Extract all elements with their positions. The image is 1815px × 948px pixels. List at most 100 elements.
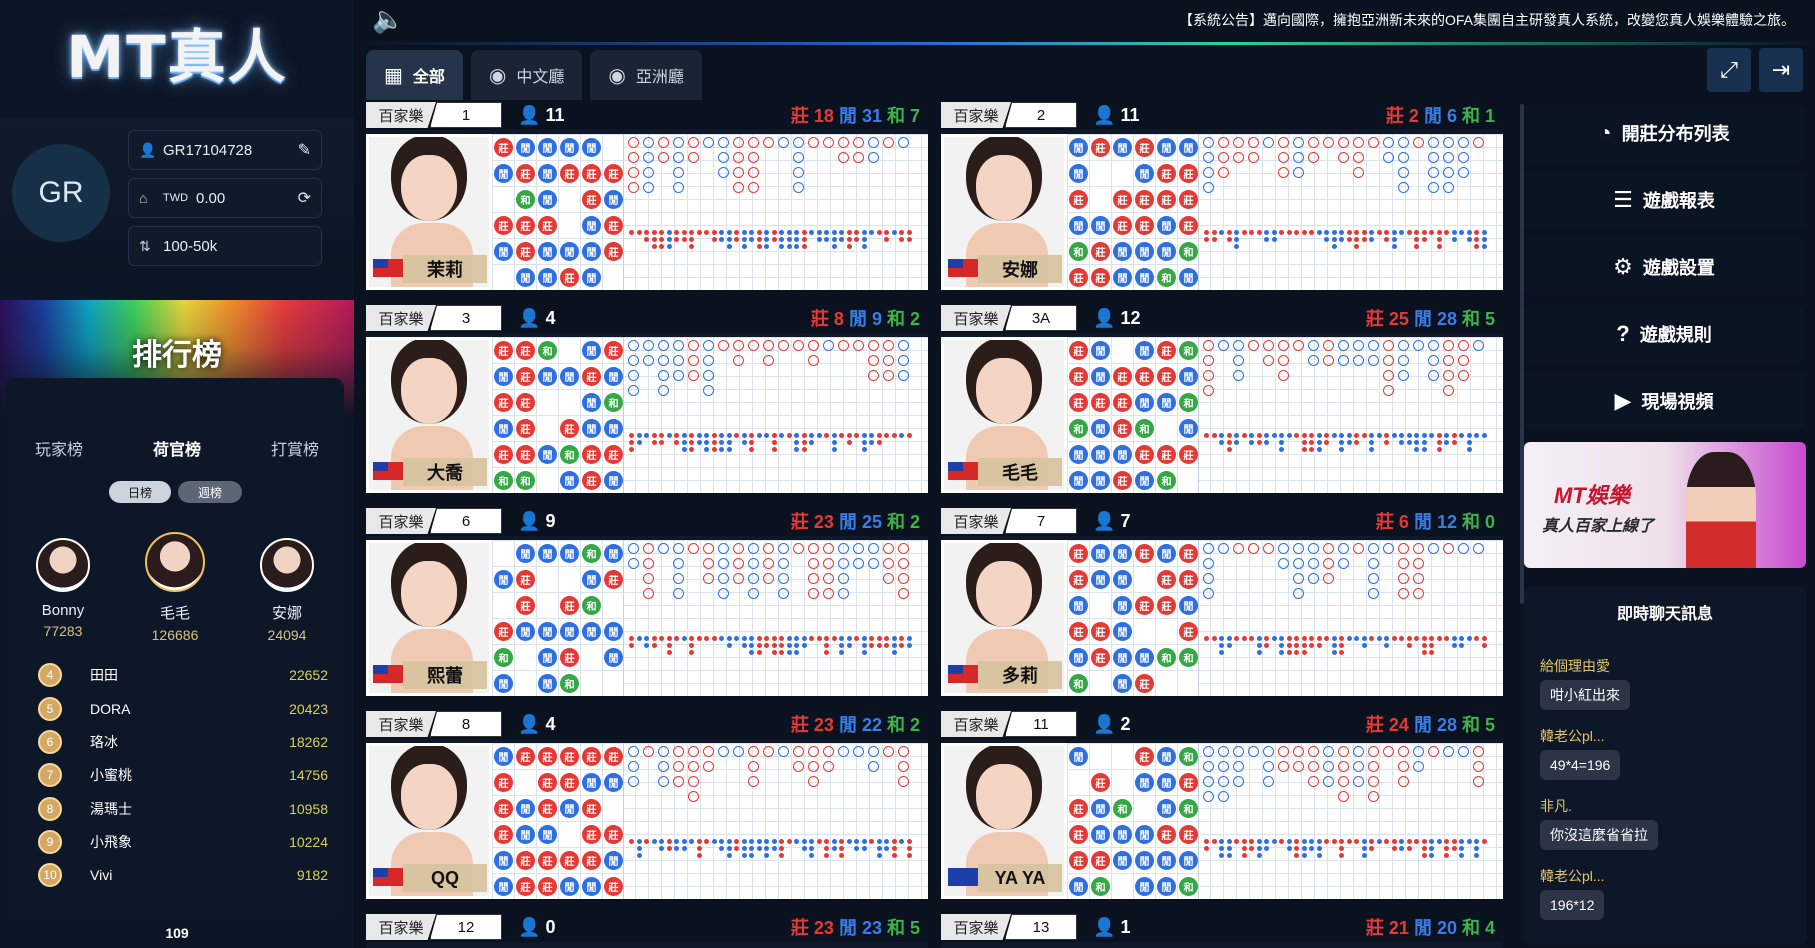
small-road-mark bbox=[794, 244, 799, 249]
tab-dealer-rank[interactable]: 荷官榜 bbox=[153, 436, 201, 460]
small-road-mark bbox=[1309, 230, 1314, 235]
big-road-mark bbox=[1293, 340, 1304, 351]
big-road-mark bbox=[808, 776, 819, 787]
promo-banner[interactable]: MT娛樂 真人百家上線了 bbox=[1524, 442, 1806, 568]
period-daily[interactable]: 日榜 bbox=[109, 481, 171, 503]
game-rules-button[interactable]: ? 遊戲規則 bbox=[1524, 305, 1804, 363]
table-header: 百家樂 8 👤 4 莊 23 閒 22 和 2 bbox=[366, 709, 928, 739]
bead-mark: 莊 bbox=[494, 825, 513, 844]
small-road-mark bbox=[1466, 237, 1472, 242]
bead-mark: 閒 bbox=[1135, 393, 1154, 412]
small-road-mark bbox=[674, 839, 679, 844]
small-road-mark bbox=[1376, 433, 1382, 438]
small-road-mark bbox=[839, 650, 844, 655]
small-road-mark bbox=[726, 230, 732, 235]
live-video-button[interactable]: ▶ 現場視頻 bbox=[1524, 372, 1804, 430]
big-road-mark bbox=[853, 340, 864, 351]
small-road-mark bbox=[801, 440, 807, 445]
top3-second[interactable]: Bonny 77283 bbox=[13, 538, 113, 639]
bead-mark: 閒 bbox=[1179, 268, 1198, 287]
table-card[interactable]: 百家樂 8 👤 4莊 23 閒 22 和 2 QQ 閒莊莊莊閒閒莊閒閒莊莊莊莊莊閒莊莊… bbox=[366, 709, 928, 899]
bead-mark: 莊 bbox=[516, 747, 535, 766]
bead-mark: 閒 bbox=[582, 242, 601, 261]
small-road-mark bbox=[801, 237, 807, 242]
rank-name: 小蜜桃 bbox=[90, 767, 132, 783]
small-road-mark bbox=[891, 650, 897, 655]
big-road-mark bbox=[703, 746, 714, 757]
table-card[interactable]: 百家樂 12 👤 0 莊 23 閒 23 和 5 bbox=[366, 912, 928, 948]
small-road-mark bbox=[1481, 237, 1487, 242]
bead-mark: 莊 bbox=[1091, 242, 1110, 261]
big-road-mark bbox=[643, 182, 654, 193]
small-road-mark bbox=[1226, 237, 1232, 242]
dealer-photo: 茉莉 bbox=[366, 134, 492, 290]
banker-distribution-button[interactable]: ◔ 開莊分布列表 bbox=[1524, 104, 1804, 162]
big-road-mark bbox=[1278, 340, 1289, 351]
person-icon: 👤 bbox=[518, 104, 541, 125]
big-road-mark bbox=[688, 543, 699, 554]
big-road-mark bbox=[808, 137, 819, 148]
tab-chinese-hall[interactable]: ◉ 中文廳 bbox=[470, 50, 583, 100]
small-road-mark bbox=[674, 230, 679, 235]
small-road-mark bbox=[771, 237, 777, 242]
bead-mark: 莊 bbox=[1179, 190, 1198, 209]
small-road-mark bbox=[1301, 440, 1307, 445]
table-stats: 莊 23 閒 25 和 2 bbox=[791, 508, 920, 534]
fullscreen-icon[interactable]: ⤢ bbox=[1707, 48, 1751, 92]
small-road-mark bbox=[854, 230, 859, 235]
small-road-mark bbox=[1279, 650, 1284, 655]
rank-number: 4 bbox=[38, 663, 62, 687]
edit-icon[interactable]: ✎ bbox=[298, 140, 311, 160]
tab-tip-rank[interactable]: 打賞榜 bbox=[271, 436, 319, 460]
player-win-count: 閒 20 bbox=[1413, 918, 1457, 938]
period-weekly[interactable]: 週榜 bbox=[178, 481, 242, 503]
game-settings-button[interactable]: ⚙ 遊戲設置 bbox=[1524, 238, 1804, 296]
small-road-mark bbox=[1294, 839, 1299, 844]
table-card[interactable]: 百家樂 6 👤 9莊 23 閒 25 和 2 熙蕾閒莊和閒閒莊莊閒閒閒閒閒閒莊閒莊和… bbox=[366, 506, 928, 696]
big-road-mark bbox=[733, 340, 744, 351]
big-road-mark bbox=[703, 370, 714, 381]
big-road-mark bbox=[763, 340, 774, 351]
big-road-mark bbox=[643, 558, 654, 569]
top3-first[interactable]: 毛毛 126686 bbox=[125, 532, 225, 643]
small-road-mark bbox=[1459, 853, 1464, 858]
tab-asia-hall[interactable]: ◉ 亞洲廳 bbox=[590, 50, 702, 100]
small-road-mark bbox=[1399, 433, 1404, 438]
limit-field: ⇅ 100-50k bbox=[128, 226, 322, 266]
big-road-mark bbox=[688, 152, 699, 163]
tab-all[interactable]: ▦ 全部 bbox=[366, 50, 463, 100]
bead-mark: 莊 bbox=[1157, 825, 1176, 844]
small-road-mark bbox=[1234, 440, 1239, 445]
table-card[interactable]: 百家樂 2 👤 11 莊 2 閒 6 和 1 安娜閒閒莊閒和莊莊閒莊莊閒莊莊閒閒莊閒莊… bbox=[941, 100, 1503, 290]
scrollbar[interactable] bbox=[1520, 104, 1524, 604]
person-icon: 👤 bbox=[1093, 916, 1116, 937]
small-road-mark bbox=[869, 643, 874, 648]
table-card[interactable]: 百家樂 3 👤 4莊 8 閒 9 和 2 大喬莊閒莊閒莊和莊莊莊莊莊和和閒閒閒莊和閒… bbox=[366, 303, 928, 493]
table-card[interactable]: 百家樂 13 👤 1 莊 21 閒 20 和 4 bbox=[941, 912, 1503, 948]
small-road-mark bbox=[1354, 237, 1359, 242]
rank-row: 5 DORA 20423 bbox=[38, 694, 328, 724]
bead-mark: 莊 bbox=[1179, 445, 1198, 464]
bead-mark: 閒 bbox=[1179, 138, 1198, 157]
top3-third[interactable]: 安娜 24094 bbox=[237, 538, 337, 643]
bead-mark: 閒 bbox=[1157, 544, 1176, 563]
refresh-icon[interactable]: ⟳ bbox=[298, 188, 311, 208]
small-road-mark bbox=[1271, 230, 1277, 235]
small-road-mark bbox=[1309, 636, 1314, 641]
table-card[interactable]: 百家樂 11 👤 2莊 24 閒 28 和 5 YA YA 閒莊莊莊閒莊閒閒莊和和閒閒… bbox=[941, 709, 1503, 899]
game-report-button[interactable]: ☰ 遊戲報表 bbox=[1524, 171, 1804, 229]
big-road-mark bbox=[778, 558, 789, 569]
logout-icon[interactable]: ⇥ bbox=[1759, 48, 1803, 92]
small-road-mark bbox=[861, 237, 867, 242]
table-card[interactable]: 百家樂 1 👤 11 莊 18 閒 31 和 7 茉莉莊閒莊閒閒莊和莊莊閒閒閒閒莊閒閒… bbox=[366, 100, 928, 290]
table-card[interactable]: 百家樂 7 👤 7莊 6 閒 12 和 0 多莉莊莊閒莊閒和閒閒莊莊閒閒閒閒閒閒莊莊… bbox=[941, 506, 1503, 696]
big-road-mark bbox=[823, 746, 834, 757]
big-road-mark bbox=[1308, 152, 1319, 163]
tab-player-rank[interactable]: 玩家榜 bbox=[35, 436, 83, 460]
small-road-mark bbox=[1204, 839, 1209, 844]
small-road-mark bbox=[831, 230, 837, 235]
small-road-mark bbox=[861, 643, 867, 648]
speaker-icon[interactable]: 🔈 bbox=[372, 4, 404, 35]
table-card[interactable]: 百家樂 3A 👤 12 莊 25 閒 28 和 5 毛毛莊莊莊和閒閒閒閒莊閒閒閒莊莊莊… bbox=[941, 303, 1503, 493]
small-road-mark bbox=[861, 244, 867, 249]
